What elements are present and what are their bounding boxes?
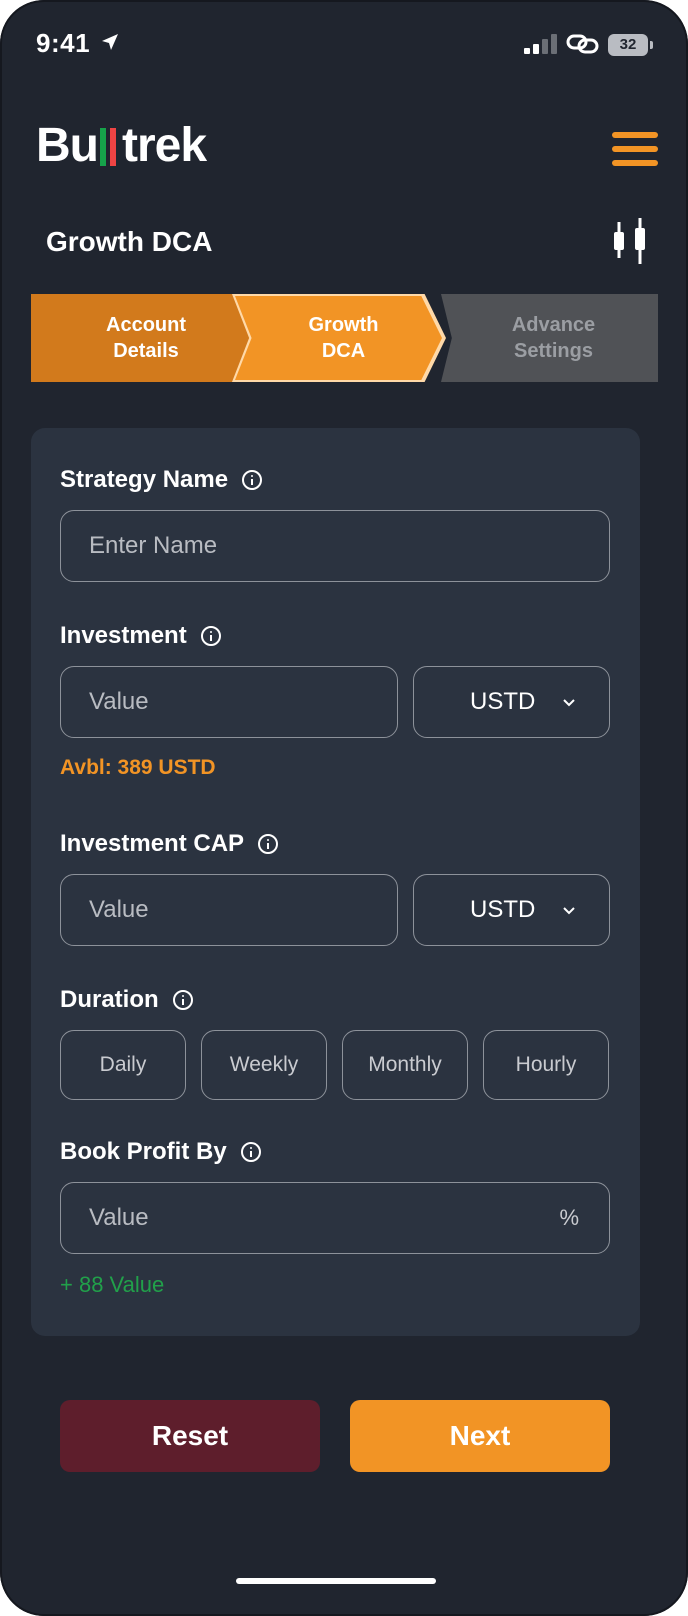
percent-unit: % (559, 1205, 579, 1230)
logo-bars-icon (99, 128, 120, 166)
reset-button[interactable]: Reset (60, 1400, 320, 1472)
home-indicator (236, 1578, 436, 1584)
book-profit-label: Book Profit By (60, 1138, 261, 1166)
book-profit-note: + 88 Value (60, 1272, 165, 1297)
strategy-name-label-text: Strategy Name (60, 466, 229, 493)
chevron-down-icon (563, 907, 575, 915)
investment-currency-value: USTD (470, 688, 536, 715)
step-label-line2: DCA (321, 340, 366, 362)
info-icon[interactable] (200, 626, 221, 646)
investment-label-text: Investment (60, 622, 187, 649)
battery-cap (650, 41, 653, 49)
step-label-line1: Account (106, 314, 186, 336)
duration-option-monthly[interactable]: Monthly (342, 1030, 468, 1100)
hamburger-icon[interactable] (612, 132, 658, 166)
step-advance-settings[interactable]: Advance Settings (441, 294, 658, 382)
link-icon (566, 34, 599, 54)
chevron-down-icon (563, 699, 575, 707)
phone-screen: 9:41 32 Bu trek Growth DCA Advance Setti… (0, 0, 688, 1616)
location-arrow-icon (102, 34, 118, 50)
info-icon[interactable] (172, 990, 193, 1010)
investment-cap-currency-value: USTD (470, 896, 536, 923)
progress-stepper: Advance Settings Account Details Growth … (31, 294, 658, 382)
step-label-line1: Advance (511, 314, 596, 336)
investment-cap-value-input[interactable]: Value (60, 874, 398, 946)
investment-currency-select[interactable]: USTD (413, 666, 610, 738)
signal-icon (524, 34, 560, 54)
step-label-line1: Growth (308, 314, 379, 336)
app-logo: Bu trek (36, 118, 207, 173)
next-button[interactable]: Next (350, 1400, 610, 1472)
book-profit-label-text: Book Profit By (60, 1138, 227, 1165)
info-icon[interactable] (242, 470, 263, 490)
duration-option-weekly[interactable]: Weekly (201, 1030, 327, 1100)
investment-cap-label-text: Investment CAP (60, 830, 245, 857)
duration-label-text: Duration (60, 986, 159, 1013)
info-icon[interactable] (258, 834, 279, 854)
strategy-name-placeholder: Enter Name (89, 532, 218, 559)
candlestick-icon[interactable] (610, 218, 650, 266)
duration-option-hourly[interactable]: Hourly (483, 1030, 609, 1100)
book-profit-placeholder: Value (89, 1204, 149, 1231)
step-label-line2: Details (113, 340, 179, 362)
logo-suffix: trek (121, 119, 207, 172)
duration-option-daily[interactable]: Daily (60, 1030, 186, 1100)
investment-cap-currency-select[interactable]: USTD (413, 874, 610, 946)
battery-indicator: 32 (608, 34, 648, 56)
step-growth-dca[interactable]: Growth DCA (235, 296, 442, 380)
investment-cap-placeholder: Value (89, 896, 149, 923)
investment-label: Investment (60, 622, 221, 650)
page-title: Growth DCA (46, 226, 213, 257)
investment-placeholder: Value (89, 688, 149, 715)
duration-label: Duration (60, 986, 193, 1014)
investment-cap-label: Investment CAP (60, 830, 279, 858)
logo-prefix: Bu (36, 119, 99, 172)
info-icon[interactable] (240, 1142, 261, 1162)
strategy-name-input[interactable]: Enter Name (60, 510, 610, 582)
strategy-name-label: Strategy Name (60, 466, 263, 494)
status-time: 9:41 (36, 28, 91, 58)
book-profit-input[interactable]: Value % (60, 1182, 610, 1254)
step-label-line2: Settings (514, 340, 593, 362)
investment-value-input[interactable]: Value (60, 666, 398, 738)
step-account-details[interactable]: Account Details (31, 294, 261, 382)
available-balance: Avbl: 389 USTD (60, 756, 216, 779)
